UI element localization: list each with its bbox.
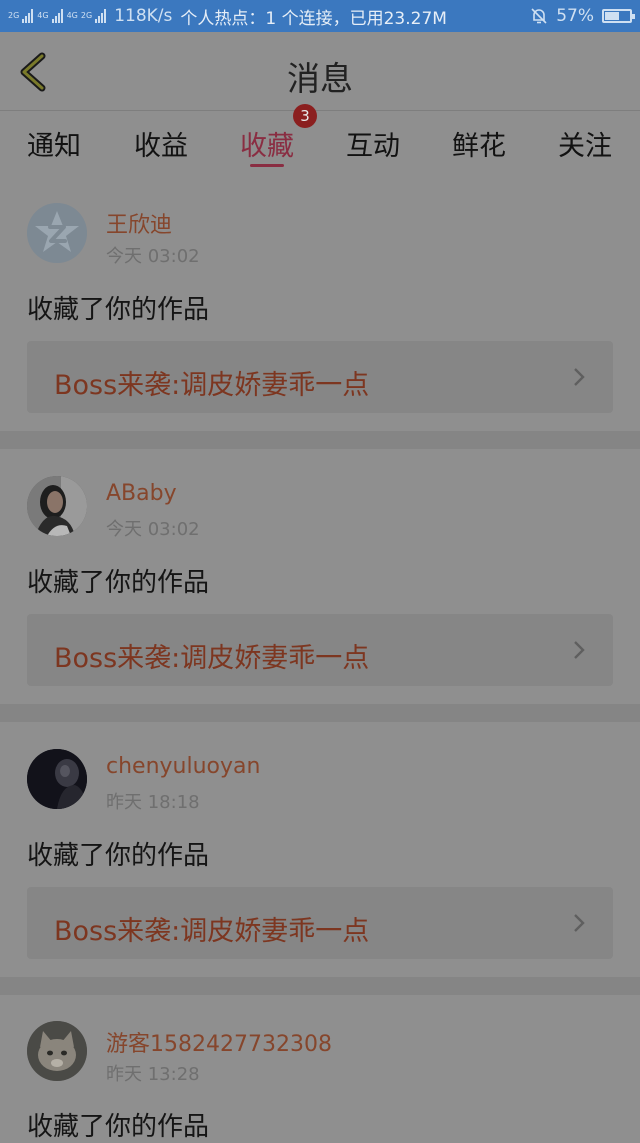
divider <box>0 977 640 995</box>
chevron-right-icon <box>574 641 585 659</box>
timestamp: 今天 03:02 <box>106 246 200 267</box>
chevron-right-icon <box>574 914 585 932</box>
signal-icon <box>22 9 34 23</box>
person-photo-icon <box>27 476 87 536</box>
network-label: 2G <box>8 11 20 20</box>
avatar[interactable] <box>27 749 87 809</box>
username[interactable]: chenyuluoyan <box>106 754 260 779</box>
action-text: 收藏了你的作品 <box>27 295 210 325</box>
action-text: 收藏了你的作品 <box>27 841 210 871</box>
battery-icon <box>602 9 635 23</box>
cat-photo-icon <box>27 1021 87 1081</box>
action-text: 收藏了你的作品 <box>27 568 210 598</box>
network-label: 4G <box>37 11 49 20</box>
tab-flowers[interactable]: 鲜花 <box>439 124 519 163</box>
person-photo-icon <box>27 749 87 809</box>
timestamp: 昨天 13:28 <box>106 1064 200 1085</box>
tab-favorites[interactable]: 收藏 <box>227 124 307 163</box>
avatar[interactable] <box>27 476 87 536</box>
tab-follows[interactable]: 关注 <box>545 124 625 163</box>
signal-icon <box>95 9 107 23</box>
battery-fill <box>605 12 619 20</box>
tab-interactions[interactable]: 互动 <box>333 124 413 163</box>
divider <box>0 431 640 449</box>
work-title: Boss来袭:调皮娇妻乖一点 <box>54 370 370 401</box>
chevron-right-icon <box>574 368 585 386</box>
signal-icon <box>51 9 63 23</box>
work-title: Boss来袭:调皮娇妻乖一点 <box>54 916 370 947</box>
divider <box>0 704 640 722</box>
avatar[interactable] <box>27 1021 87 1081</box>
username[interactable]: 游客1582427732308 <box>106 1026 332 1058</box>
timestamp: 昨天 18:18 <box>106 792 200 813</box>
tab-earnings[interactable]: 收益 <box>121 124 201 163</box>
hotspot-status: 个人热点：1 个连接，已用23.27M <box>180 8 447 29</box>
status-bar: 2G 4G 4G 2G 118K/s 个人热点：1 个连接，已用23.27M 5… <box>0 0 640 32</box>
work-link[interactable]: Boss来袭:调皮娇妻乖一点 <box>27 341 613 413</box>
timestamp: 今天 03:02 <box>106 519 200 540</box>
avatar[interactable] <box>27 203 87 263</box>
tab-notifications[interactable]: 通知 <box>14 124 94 163</box>
tab-badge: 3 <box>293 104 317 128</box>
network-speed: 118K/s <box>114 6 173 26</box>
username[interactable]: ABaby <box>106 481 177 506</box>
battery-percent: 57% <box>556 6 594 26</box>
star-logo-icon <box>27 203 87 263</box>
app-header: 消息 <box>0 32 640 111</box>
work-title: Boss来袭:调皮娇妻乖一点 <box>54 643 370 674</box>
work-link[interactable]: Boss来袭:调皮娇妻乖一点 <box>27 614 613 686</box>
mute-bell-icon <box>531 8 547 24</box>
network-label: 2G <box>80 11 93 20</box>
page-title: 消息 <box>287 59 353 98</box>
network-label: 4G <box>66 11 78 20</box>
action-text: 收藏了你的作品 <box>27 1112 210 1142</box>
username[interactable]: 王欣迪 <box>106 207 172 239</box>
active-tab-indicator <box>250 164 284 167</box>
work-link[interactable]: Boss来袭:调皮娇妻乖一点 <box>27 887 613 959</box>
